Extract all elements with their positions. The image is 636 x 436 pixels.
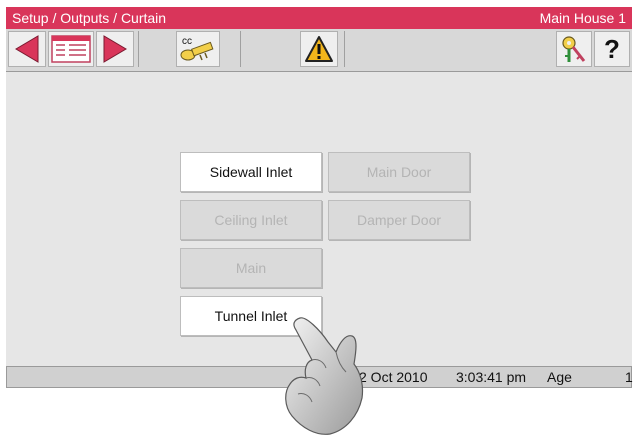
status-time: 3:03:41 pm (456, 369, 527, 385)
ceiling-inlet-button[interactable]: Ceiling Inlet (180, 200, 322, 240)
breadcrumb: Setup / Outputs / Curtain (12, 10, 167, 26)
age-value: 1 (625, 369, 633, 385)
damper-door-button[interactable]: Damper Door (328, 200, 470, 240)
main-door-button[interactable]: Main Door (328, 152, 470, 192)
toolbar: cc ? (6, 29, 632, 72)
cc-label: cc (182, 36, 192, 47)
main-button[interactable]: Main (180, 248, 322, 288)
forward-button[interactable] (96, 31, 134, 67)
sidewall-inlet-button[interactable]: Sidewall Inlet (180, 152, 322, 192)
keys-icon (562, 36, 586, 62)
list-icon (51, 35, 91, 63)
screen: Setup / Outputs / Curtain Main House 1 c… (0, 0, 636, 436)
forward-arrow-icon (103, 35, 127, 63)
help-icon: ? (604, 33, 620, 64)
age-label: Age (547, 369, 572, 385)
pointing-hand-icon (285, 317, 364, 435)
back-button[interactable] (8, 31, 46, 67)
back-arrow-icon (15, 35, 39, 63)
cc-key-button[interactable]: cc (176, 31, 220, 67)
house-name: Main House 1 (539, 10, 626, 26)
warning-icon (305, 36, 333, 62)
list-view-button[interactable] (48, 31, 94, 67)
access-keys-button[interactable] (556, 31, 592, 67)
title-bar: Setup / Outputs / Curtain Main House 1 (6, 7, 632, 29)
toolbar-divider (138, 31, 139, 67)
help-button[interactable]: ? (594, 31, 630, 67)
toolbar-divider (344, 31, 345, 67)
toolbar-divider (240, 31, 241, 67)
alarm-button[interactable] (300, 31, 338, 67)
cc-key-icon: cc (180, 36, 214, 61)
